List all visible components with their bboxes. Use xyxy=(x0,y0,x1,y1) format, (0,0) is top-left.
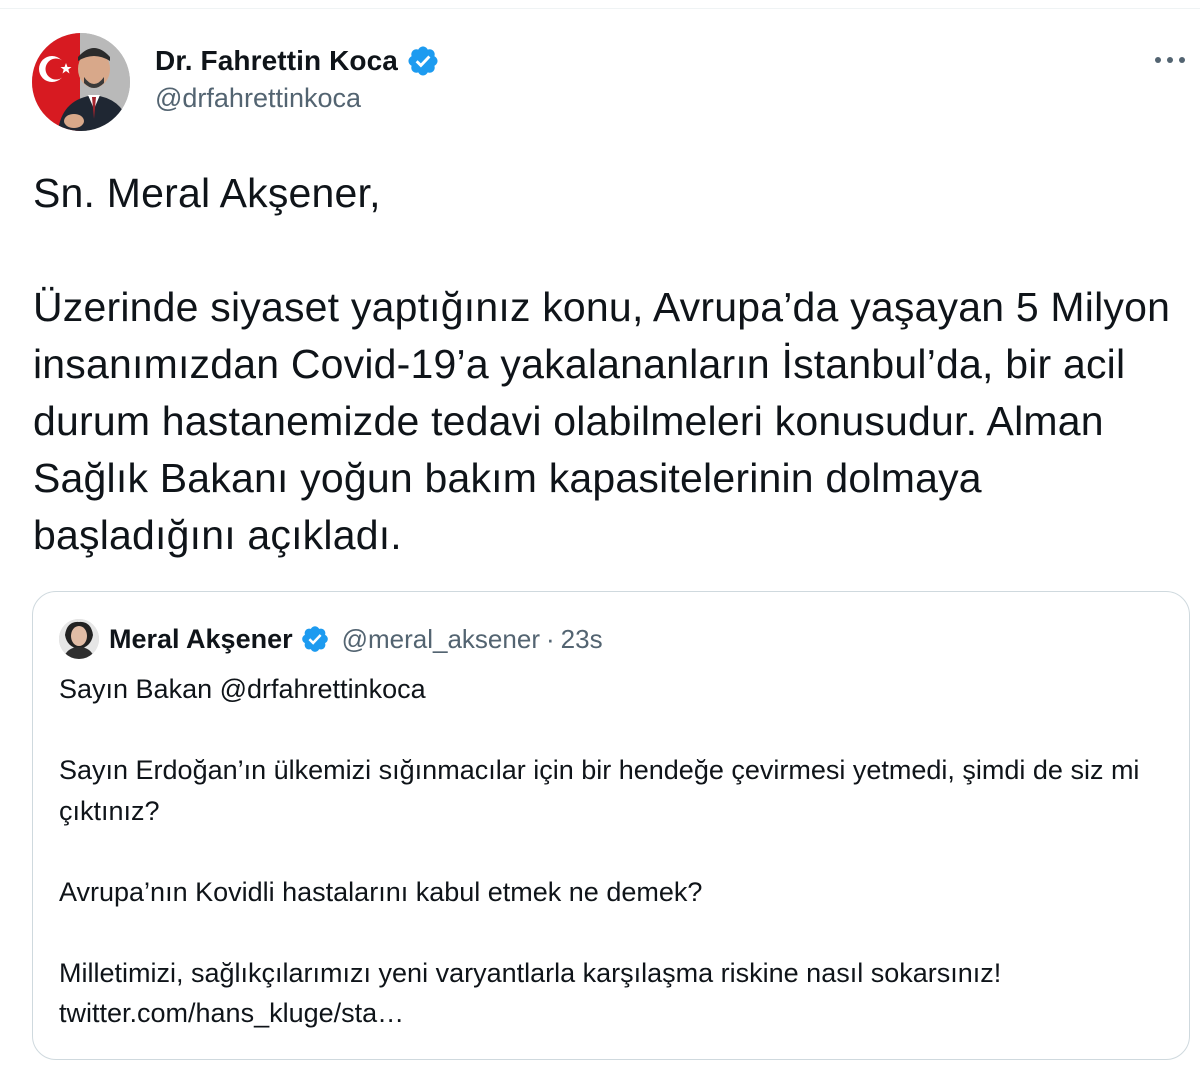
tweet-text: Sn. Meral Akşener, Üzerinde siyaset yapt… xyxy=(33,170,1171,558)
author-display-name[interactable]: Dr. Fahrettin Koca xyxy=(155,45,398,77)
quoted-tweet-header: Meral Akşener @meral_aksener · 23s xyxy=(59,619,603,659)
verified-badge-icon xyxy=(300,624,330,654)
author-name-row: Dr. Fahrettin Koca xyxy=(155,41,440,81)
more-options-icon xyxy=(1155,57,1185,63)
more-options-button[interactable] xyxy=(1148,42,1192,78)
quoted-author-handle[interactable]: @meral_aksener xyxy=(342,624,540,655)
top-divider xyxy=(0,8,1200,9)
tweet: Dr. Fahrettin Koca @drfahrettinkoca Sn. … xyxy=(0,0,1200,1078)
quoted-author-display-name[interactable]: Meral Akşener xyxy=(109,624,293,655)
author-avatar[interactable] xyxy=(32,33,130,131)
quoted-author-avatar[interactable] xyxy=(59,619,99,659)
verified-badge-icon xyxy=(406,44,440,78)
quoted-tweet-text: Sayın Bakan @drfahrettinkoca Sayın Erdoğ… xyxy=(59,674,1140,1028)
quoted-tweet[interactable]: Meral Akşener @meral_aksener · 23s Sayın… xyxy=(32,591,1190,1060)
quoted-tweet-timestamp[interactable]: 23s xyxy=(561,624,603,655)
author-handle[interactable]: @drfahrettinkoca xyxy=(155,83,361,114)
meta-separator: · xyxy=(545,623,555,654)
